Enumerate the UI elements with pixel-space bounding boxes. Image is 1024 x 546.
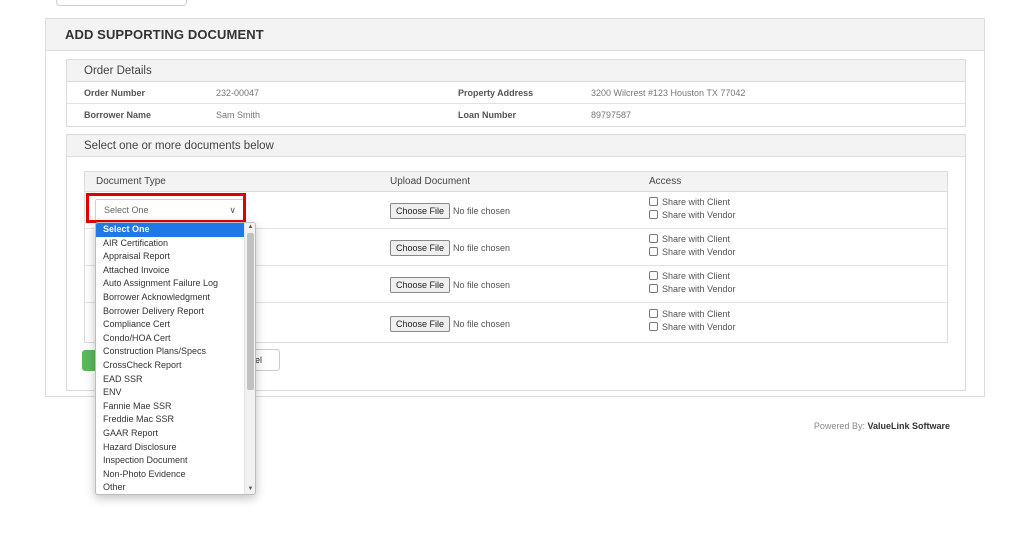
panel-title: ADD SUPPORTING DOCUMENT (46, 19, 984, 51)
dropdown-option[interactable]: Attached Invoice (96, 264, 245, 278)
share-client-checkbox[interactable] (649, 309, 658, 318)
share-client-label: Share with Client (662, 309, 731, 319)
dropdown-option[interactable]: Construction Plans/Specs (96, 345, 245, 359)
choose-file-button[interactable]: Choose File (390, 316, 451, 332)
no-file-text: No file chosen (453, 319, 511, 329)
choose-file-button[interactable]: Choose File (390, 240, 451, 256)
order-number-label: Order Number (84, 88, 146, 98)
no-file-text: No file chosen (453, 206, 511, 216)
order-row-1: Order Number 232-00047 Property Address … (67, 82, 965, 104)
share-vendor-checkbox[interactable] (649, 210, 658, 219)
share-client-option[interactable]: Share with Client (649, 233, 736, 246)
access-options: Share with Client Share with Vendor (649, 308, 736, 334)
dropdown-option[interactable]: Freddie Mac SSR (96, 413, 245, 427)
scrollbar-thumb[interactable] (247, 233, 254, 390)
share-client-checkbox[interactable] (649, 197, 658, 206)
property-address-label: Property Address (458, 88, 534, 98)
dropdown-scrollbar[interactable]: ▲ ▼ (244, 223, 255, 494)
share-client-checkbox[interactable] (649, 234, 658, 243)
no-file-text: No file chosen (453, 280, 511, 290)
dropdown-option[interactable]: Borrower Acknowledgment (96, 291, 245, 305)
order-details-box: Order Details Order Number 232-00047 Pro… (66, 59, 966, 127)
col-access: Access (649, 176, 682, 187)
loan-number-label: Loan Number (458, 110, 517, 120)
dropdown-option[interactable]: GAAR Report (96, 427, 245, 441)
document-type-dropdown[interactable]: Select One AIR Certification Appraisal Rep… (95, 222, 256, 495)
upload-control: Choose File No file chosen (390, 240, 510, 256)
order-details-header: Order Details (67, 60, 965, 82)
access-options: Share with Client Share with Vendor (649, 196, 736, 222)
access-options: Share with Client Share with Vendor (649, 270, 736, 296)
dropdown-option[interactable]: ENV (96, 386, 245, 400)
dropdown-option[interactable]: Condo/HOA Cert (96, 332, 245, 346)
share-vendor-label: Share with Vendor (662, 210, 736, 220)
order-number-value: 232-00047 (216, 88, 260, 98)
share-client-label: Share with Client (662, 234, 731, 244)
share-vendor-label: Share with Vendor (662, 284, 736, 294)
share-vendor-checkbox[interactable] (649, 322, 658, 331)
dropdown-option[interactable]: Borrower Delivery Report (96, 305, 245, 319)
share-vendor-label: Share with Vendor (662, 322, 736, 332)
upload-control: Choose File No file chosen (390, 203, 510, 219)
brand-link[interactable]: ValueLink Software (867, 421, 950, 431)
cancel-button-label: el (255, 355, 263, 365)
share-client-option[interactable]: Share with Client (649, 270, 736, 283)
dropdown-option[interactable]: Non-Photo Evidence (96, 468, 245, 482)
dropdown-option[interactable]: Fannie Mae SSR (96, 400, 245, 414)
documents-table-header: Document Type Upload Document Access (85, 172, 947, 192)
scroll-down-icon[interactable]: ▼ (245, 485, 255, 494)
order-row-2: Borrower Name Sam Smith Loan Number 8979… (67, 104, 965, 126)
share-vendor-option[interactable]: Share with Vendor (649, 246, 736, 259)
choose-file-button[interactable]: Choose File (390, 203, 451, 219)
borrower-name-value: Sam Smith (216, 110, 261, 120)
dropdown-options-list: Select One AIR Certification Appraisal Rep… (96, 223, 245, 494)
upload-control: Choose File No file chosen (390, 316, 510, 332)
documents-header: Select one or more documents below (67, 135, 965, 157)
access-options: Share with Client Share with Vendor (649, 233, 736, 259)
dropdown-option[interactable]: Hazard Disclosure (96, 441, 245, 455)
dropdown-option[interactable]: Select One (96, 223, 245, 237)
dropdown-option[interactable]: Inspection Document (96, 454, 245, 468)
loan-number-value: 89797587 (591, 110, 632, 120)
share-client-checkbox[interactable] (649, 271, 658, 280)
top-tab[interactable] (56, 0, 187, 6)
share-vendor-checkbox[interactable] (649, 247, 658, 256)
powered-by-prefix: Powered By: (813, 421, 865, 431)
col-upload-document: Upload Document (390, 176, 471, 187)
no-file-text: No file chosen (453, 243, 511, 253)
share-vendor-option[interactable]: Share with Vendor (649, 209, 736, 222)
dropdown-option[interactable]: EAD SSR (96, 373, 245, 387)
share-client-option[interactable]: Share with Client (649, 196, 736, 209)
dropdown-option[interactable]: Compliance Cert (96, 318, 245, 332)
dropdown-option[interactable]: CrossCheck Report (96, 359, 245, 373)
share-vendor-option[interactable]: Share with Vendor (649, 283, 736, 296)
share-client-option[interactable]: Share with Client (649, 308, 736, 321)
share-vendor-checkbox[interactable] (649, 284, 658, 293)
property-address-value: 3200 Wilcrest #123 Houston TX 77042 (591, 88, 746, 98)
share-client-label: Share with Client (662, 271, 731, 281)
borrower-name-label: Borrower Name (84, 110, 152, 120)
scroll-up-icon[interactable]: ▲ (245, 223, 255, 232)
share-vendor-option[interactable]: Share with Vendor (649, 321, 736, 334)
dropdown-option[interactable]: Appraisal Report (96, 250, 245, 264)
dropdown-option[interactable]: AIR Certification (96, 237, 245, 251)
highlight-box (86, 193, 246, 223)
upload-control: Choose File No file chosen (390, 277, 510, 293)
col-document-type: Document Type (96, 176, 166, 187)
choose-file-button[interactable]: Choose File (390, 277, 451, 293)
dropdown-option[interactable]: Auto Assignment Failure Log (96, 277, 245, 291)
dropdown-option[interactable]: Other (96, 481, 245, 494)
share-client-label: Share with Client (662, 197, 731, 207)
powered-by-footer: Powered By: ValueLink Software (814, 421, 950, 431)
share-vendor-label: Share with Vendor (662, 247, 736, 257)
